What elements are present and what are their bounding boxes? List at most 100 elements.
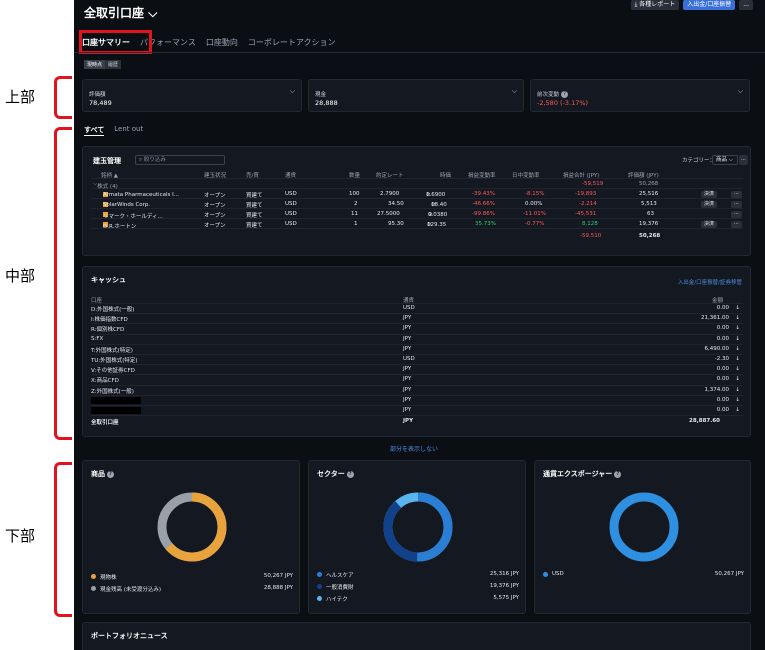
legend-item: 現金残高 (未受渡分込み) 28,888 JPY [91,585,293,593]
cash-row[interactable]: Z:外国株式(一般) JPY 1,374.00 ↓ [91,386,743,396]
help-icon[interactable]: ? [614,470,622,478]
news-title: ポートフォリオニュース [91,632,168,640]
summary-card-change[interactable]: 前次変動? -2,580 (-3.17%) ⌵ [530,79,750,112]
cash-header: 口座 通貨 金額 [91,294,743,304]
row-more-button[interactable]: ⋯ [731,201,742,208]
help-icon[interactable]: ? [107,470,114,478]
top-annotation: 上部 [5,88,36,106]
currency-donut [609,492,679,562]
sector-donut [383,492,453,562]
sector-chart-card: セクター? ヘルスケア 25,316 JPY 一般消費財 19,376 JPY ハイ… [308,460,526,614]
help-icon[interactable]: ? [346,470,354,478]
cash-row[interactable]: TU:外国株式(特定) USD -2.30 ↓ [91,355,743,366]
cash-row[interactable]: T:外国株式(特定) JPY 6,490.00 ↓ [91,345,743,355]
positions-more-button[interactable]: ⋯ [739,155,748,165]
position-row[interactable]: SolarWinds Corp. オープン 買建て USD 2 34.50 18… [91,200,743,209]
transfer-icon[interactable]: ↓ [735,305,740,311]
chevron-down-icon: ⌵ [737,87,743,95]
category-select[interactable]: 商品 ⌵ [712,155,738,165]
legend-dot-icon [317,596,322,601]
row-more-button[interactable]: ⋯ [731,221,742,228]
portfolio-news-card: ポートフォリオニュース [82,622,751,650]
tab-account-activity[interactable]: 口座動向 [206,37,238,48]
close-position-button[interactable]: 決済 [701,221,718,228]
legend-dot-icon [543,572,548,577]
account-selector[interactable]: 全取引口座 ⌵ [84,4,157,21]
position-row[interactable]: リマーク・ホールディ... ⚠ オープン 買建て USD 11 27.5000 … [91,210,743,220]
info-icon: ⊘ [426,192,431,198]
cash-title: キャッシュ [91,276,126,284]
position-group-row[interactable]: ⌵ 株式 (4) -59,519 50,268 [91,180,743,190]
transfer-icon[interactable]: ↓ [735,356,740,362]
info-icon: ⊘ [431,202,436,208]
summary-card-value[interactable]: 評価額 78,489 ⌵ [82,79,302,112]
transfer-icon[interactable]: ↓ [735,325,740,331]
chevron-down-icon: ⌵ [148,6,158,20]
subtab-current[interactable]: 現時点 [84,60,106,69]
currency-chart-title: 通貨エクスポージャー [543,470,613,478]
summary-card-cash[interactable]: 現金 28,888 ⌵ [308,79,524,112]
positions-search[interactable]: ⌕ 絞り込み [135,155,225,165]
highlight-box [79,30,152,54]
cash-row[interactable]: R:個別株CFD JPY 0.00 ↓ [91,324,743,335]
tab-all[interactable]: すべて [84,125,105,136]
positions-panel: 建玉管理 ⌕ 絞り込み カテゴリー： 商品 ⌵ ⋯ 銘柄 ▲ 建玉状況 売/買 … [82,146,751,256]
transfer-icon[interactable]: ↓ [735,336,740,342]
transfer-icon[interactable]: ↓ [735,315,740,321]
help-icon: ? [561,91,569,98]
legend-dot-icon [317,572,322,577]
currency-chart-card: 通貨エクスポージャー? USD 50,267 JPY [534,460,751,614]
cash-row[interactable]: S:FX JPY 0.00 ↓ [91,335,743,345]
deposit-button[interactable]: 入出金/口座振替 [683,0,736,10]
legend-item: 一般消費財 19,376 JPY [317,583,519,591]
cash-row[interactable]: D:外国株式(一般) USD 0.00 ↓ [91,304,743,315]
toggle-section-link[interactable]: 部分を表示しない [390,444,438,453]
cash-row[interactable]: JPY 0.00 ↓ [91,406,743,417]
bottom-bracket [54,462,72,617]
sector-chart-title: セクター [317,470,345,478]
cash-row[interactable]: JPY 0.00 ↓ [91,396,743,406]
info-icon: ⊘ [428,212,433,218]
tab-lent-out[interactable]: Lent out [114,125,143,136]
tab-corporate-action[interactable]: コーポレートアクション [248,37,336,48]
middle-bracket [54,127,72,440]
product-chart-title: 商品 [91,470,105,478]
top-bracket [54,76,72,119]
redacted-block [91,407,141,414]
close-position-button[interactable]: 決済 [701,191,718,198]
tab-divider [74,52,765,53]
positions-title: 建玉管理 [93,157,121,165]
legend-item: ヘルスケア 25,316 JPY [317,571,519,579]
bottom-annotation: 下部 [5,527,36,545]
cash-row[interactable]: I:株価指数CFD JPY 21,361.00 ↓ [91,314,743,325]
search-icon: ⌕ [139,157,143,163]
cash-row[interactable]: V:その他証券CFD JPY 0.00 ↓ [91,365,743,376]
transfer-icon[interactable]: ↓ [735,387,740,393]
position-row[interactable]: Armata Pharmaceuticals I... オープン 買建て USD… [91,190,743,199]
transfer-icon[interactable]: ↓ [735,407,740,413]
row-more-button[interactable]: ⋯ [731,191,742,198]
middle-annotation: 中部 [5,267,36,285]
app-window: 全取引口座 ⌵ ⤓ 各種レポート 入出金/口座振替 ... 口座サマリー パフォ… [74,0,765,650]
subtab-history[interactable]: 履歴 [105,60,122,69]
chevron-down-icon: ⌵ [511,87,517,95]
product-chart-card: 商品? 現物株 50,267 JPY 現金残高 (未受渡分込み) 28,888 JP… [82,460,300,614]
transfer-icon[interactable]: ↓ [735,376,740,382]
transfer-icon[interactable]: ↓ [735,346,740,352]
cash-links[interactable]: 入出金/口座振替/証券移管 [678,278,742,286]
legend-dot-icon [91,586,96,591]
more-button[interactable]: ... [739,0,753,10]
cash-row[interactable]: X:商品CFD JPY 0.00 ↓ [91,375,743,386]
close-position-button[interactable]: 決済 [701,201,718,208]
report-button[interactable]: ⤓ 各種レポート [630,0,680,10]
position-row[interactable]: D.R.ホートン オープン 買建て USD 1 95.30 129.35 ⊘ 3… [91,220,743,230]
chevron-down-icon: ⌵ [289,87,295,95]
download-icon: ⤓ [634,1,638,8]
warning-icon: ⚠ [103,212,108,218]
info-icon: ⊘ [427,222,432,228]
row-more-button[interactable]: ⋯ [731,211,742,218]
transfer-icon[interactable]: ↓ [735,366,740,372]
legend-item: 現物株 50,267 JPY [91,573,293,581]
transfer-icon[interactable]: ↓ [735,397,740,403]
cash-total-row: 全取引口座 JPY 28,887.60 [91,418,720,426]
